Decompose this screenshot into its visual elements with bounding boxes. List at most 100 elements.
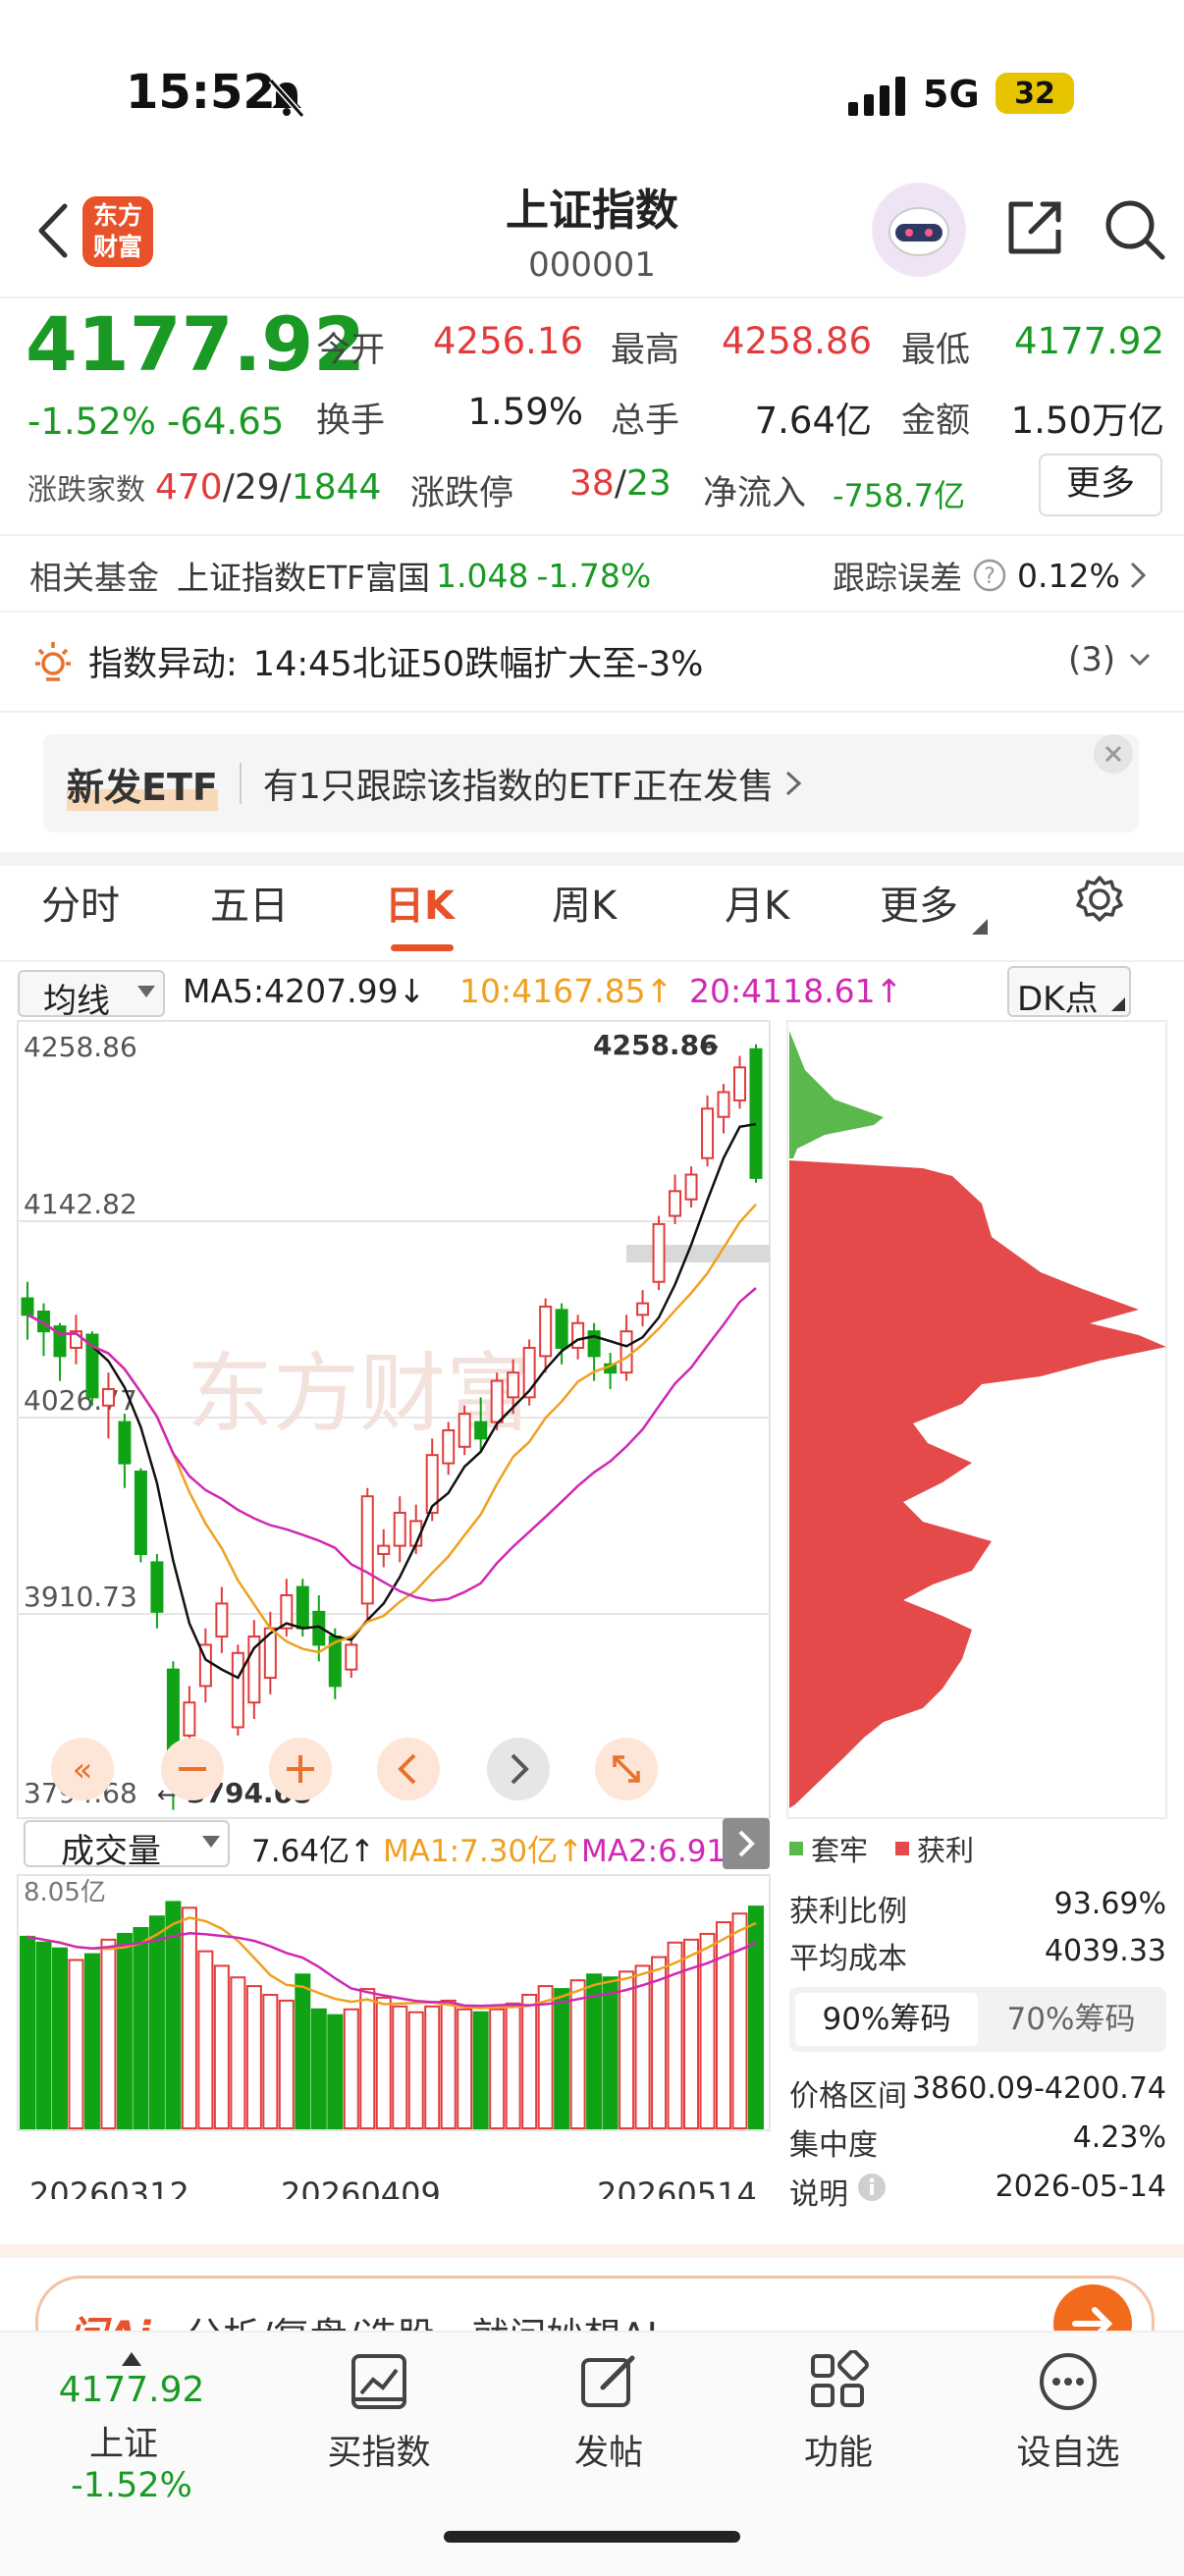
candle-body bbox=[377, 1544, 391, 1556]
chip-legend: 套牢 获利 bbox=[789, 1828, 974, 1869]
grid-apps-icon bbox=[811, 2349, 869, 2407]
alert-text: 14:45北证50跌幅扩大至-3% bbox=[252, 645, 704, 684]
volume-bar bbox=[472, 2011, 489, 2130]
ma10-value: 10:4167.85↑ bbox=[459, 972, 673, 1010]
tab-daily-k[interactable]: 日K bbox=[385, 874, 455, 931]
candle-body bbox=[701, 1107, 715, 1159]
tracking-error[interactable]: 跟踪误差 ? 0.12% bbox=[833, 552, 1150, 599]
corner-arrow-icon bbox=[1111, 997, 1125, 1011]
low-label: 最低 bbox=[901, 331, 971, 370]
nav-post[interactable]: 发帖 bbox=[511, 2350, 707, 2475]
search-icon[interactable] bbox=[1102, 196, 1166, 261]
volume-bar bbox=[667, 1941, 683, 2129]
volume-bar bbox=[537, 1985, 554, 2129]
expand-right-icon[interactable] bbox=[723, 1818, 770, 1869]
volume-bar bbox=[213, 1964, 230, 2129]
volume-select-label: 成交量 bbox=[61, 1832, 161, 1871]
stat-label: 获利比例 bbox=[789, 1895, 907, 1929]
volume-ma1: MA1:7.30亿↑ bbox=[383, 1834, 584, 1869]
scroll-right-icon[interactable] bbox=[487, 1738, 550, 1800]
volume-bar bbox=[424, 2005, 441, 2130]
bell-muted-icon bbox=[268, 79, 305, 118]
volume-value: 7.64亿 bbox=[754, 400, 872, 442]
assistant-avatar-icon[interactable] bbox=[872, 183, 966, 277]
fund-price: 1.048 bbox=[436, 556, 529, 595]
candle-body bbox=[215, 1602, 229, 1638]
index-alert-row[interactable]: 指数异动: 14:45北证50跌幅扩大至-3% bbox=[29, 636, 703, 686]
tab-five-day[interactable]: 五日 bbox=[210, 874, 289, 931]
tab-weekly-k[interactable]: 周K bbox=[552, 874, 617, 931]
rewind-glyph: « bbox=[73, 1750, 93, 1790]
close-banner-icon[interactable] bbox=[1092, 732, 1135, 776]
stat-value: 2026-05-14 bbox=[995, 2170, 1166, 2204]
candle-body bbox=[360, 1495, 374, 1605]
breadth-down: 1844 bbox=[291, 466, 382, 508]
breadth-up: 470 bbox=[155, 466, 223, 508]
candle-body bbox=[684, 1173, 698, 1201]
low-value: 4177.92 bbox=[1013, 320, 1164, 362]
legend-trapped: 套牢 bbox=[811, 1834, 869, 1867]
candle-body bbox=[749, 1047, 763, 1179]
volume-bar bbox=[295, 1973, 311, 2129]
volume-bar bbox=[133, 1927, 149, 2129]
volume-bar bbox=[35, 1941, 52, 2129]
nav-functions-label: 功能 bbox=[803, 2434, 873, 2473]
share-icon[interactable] bbox=[1003, 196, 1066, 259]
nav-post-label: 发帖 bbox=[573, 2434, 643, 2473]
price-axis-label: 3910.73 bbox=[24, 1581, 137, 1613]
candle-body bbox=[442, 1428, 456, 1465]
new-etf-banner[interactable]: 新发ETF 有1只跟踪该指数的ETF正在发售 bbox=[43, 734, 1139, 832]
candle-body bbox=[393, 1511, 406, 1547]
scroll-left-icon[interactable] bbox=[377, 1738, 440, 1800]
candle-body bbox=[669, 1190, 682, 1217]
tab-more[interactable]: 更多 bbox=[880, 874, 958, 931]
chip-tab-90[interactable]: 90%筹码 bbox=[795, 1993, 978, 2046]
alert-count[interactable]: (3) bbox=[1068, 640, 1155, 679]
tab-intraday[interactable]: 分时 bbox=[41, 874, 120, 931]
nav-index-quote[interactable]: 4177.92 上证 -1.52% bbox=[33, 2352, 230, 2505]
stat-value: 4.23% bbox=[1072, 2120, 1166, 2155]
candle-body bbox=[555, 1309, 568, 1349]
stat-label: 平均成本 bbox=[789, 1942, 907, 1976]
candle-body bbox=[231, 1651, 244, 1729]
volume-bar bbox=[489, 2008, 506, 2129]
candle-body bbox=[150, 1561, 164, 1613]
dk-point-select[interactable]: DK点 bbox=[1007, 966, 1131, 1019]
volume-bar bbox=[83, 1953, 100, 2130]
tab-monthly-k[interactable]: 月K bbox=[725, 874, 789, 931]
breadth-row: 涨跌家数 470 / 29 / 1844 bbox=[27, 465, 381, 509]
network-label: 5G bbox=[923, 73, 980, 116]
nav-functions[interactable]: 功能 bbox=[740, 2349, 937, 2475]
chart-period-tabs: 分时 五日 日K 周K 月K 更多 bbox=[0, 874, 1184, 952]
related-fund-row[interactable]: 相关基金 上证指数ETF富国 1.048 -1.78% bbox=[29, 552, 651, 599]
legend-profit: 获利 bbox=[917, 1834, 975, 1867]
volume-bar bbox=[521, 1994, 538, 2129]
high-label: 最高 bbox=[611, 331, 680, 370]
alert-count-value: (3) bbox=[1068, 640, 1116, 679]
indicator-select[interactable]: 均线 bbox=[18, 970, 165, 1021]
current-price: 4177.92 bbox=[26, 300, 366, 388]
more-button[interactable]: 更多 bbox=[1039, 454, 1162, 516]
alert-label: 指数异动: bbox=[88, 645, 238, 684]
settings-gear-icon[interactable] bbox=[1074, 874, 1125, 925]
candle-body bbox=[183, 1701, 196, 1737]
nav-buy-label: 买指数 bbox=[327, 2434, 431, 2473]
volume-area: 8.05亿 bbox=[17, 1874, 771, 2131]
dropdown-triangle-icon bbox=[137, 986, 155, 997]
help-circle-icon[interactable]: ? bbox=[970, 556, 1009, 595]
chip-tab-70[interactable]: 70%筹码 bbox=[982, 1993, 1160, 2046]
volume-indicator-select[interactable]: 成交量 bbox=[24, 1820, 230, 1871]
tracking-value: 0.12% bbox=[1017, 556, 1120, 595]
nav-buy-index[interactable]: 买指数 bbox=[281, 2350, 477, 2475]
limit-up: 38 bbox=[569, 463, 615, 504]
volume-bar bbox=[181, 1906, 197, 2129]
volume-value: 7.64亿↑ bbox=[251, 1834, 375, 1869]
breadth-label: 涨跌家数 bbox=[27, 473, 145, 508]
volume-bar bbox=[51, 1947, 68, 2130]
nav-watchlist[interactable]: 设自选 bbox=[970, 2350, 1166, 2475]
edit-post-icon bbox=[581, 2355, 635, 2407]
info-icon[interactable] bbox=[856, 2172, 888, 2203]
limit-label: 涨跌停 bbox=[410, 474, 514, 513]
volume-bar bbox=[68, 1959, 84, 2129]
volume-bar bbox=[392, 2005, 408, 2130]
